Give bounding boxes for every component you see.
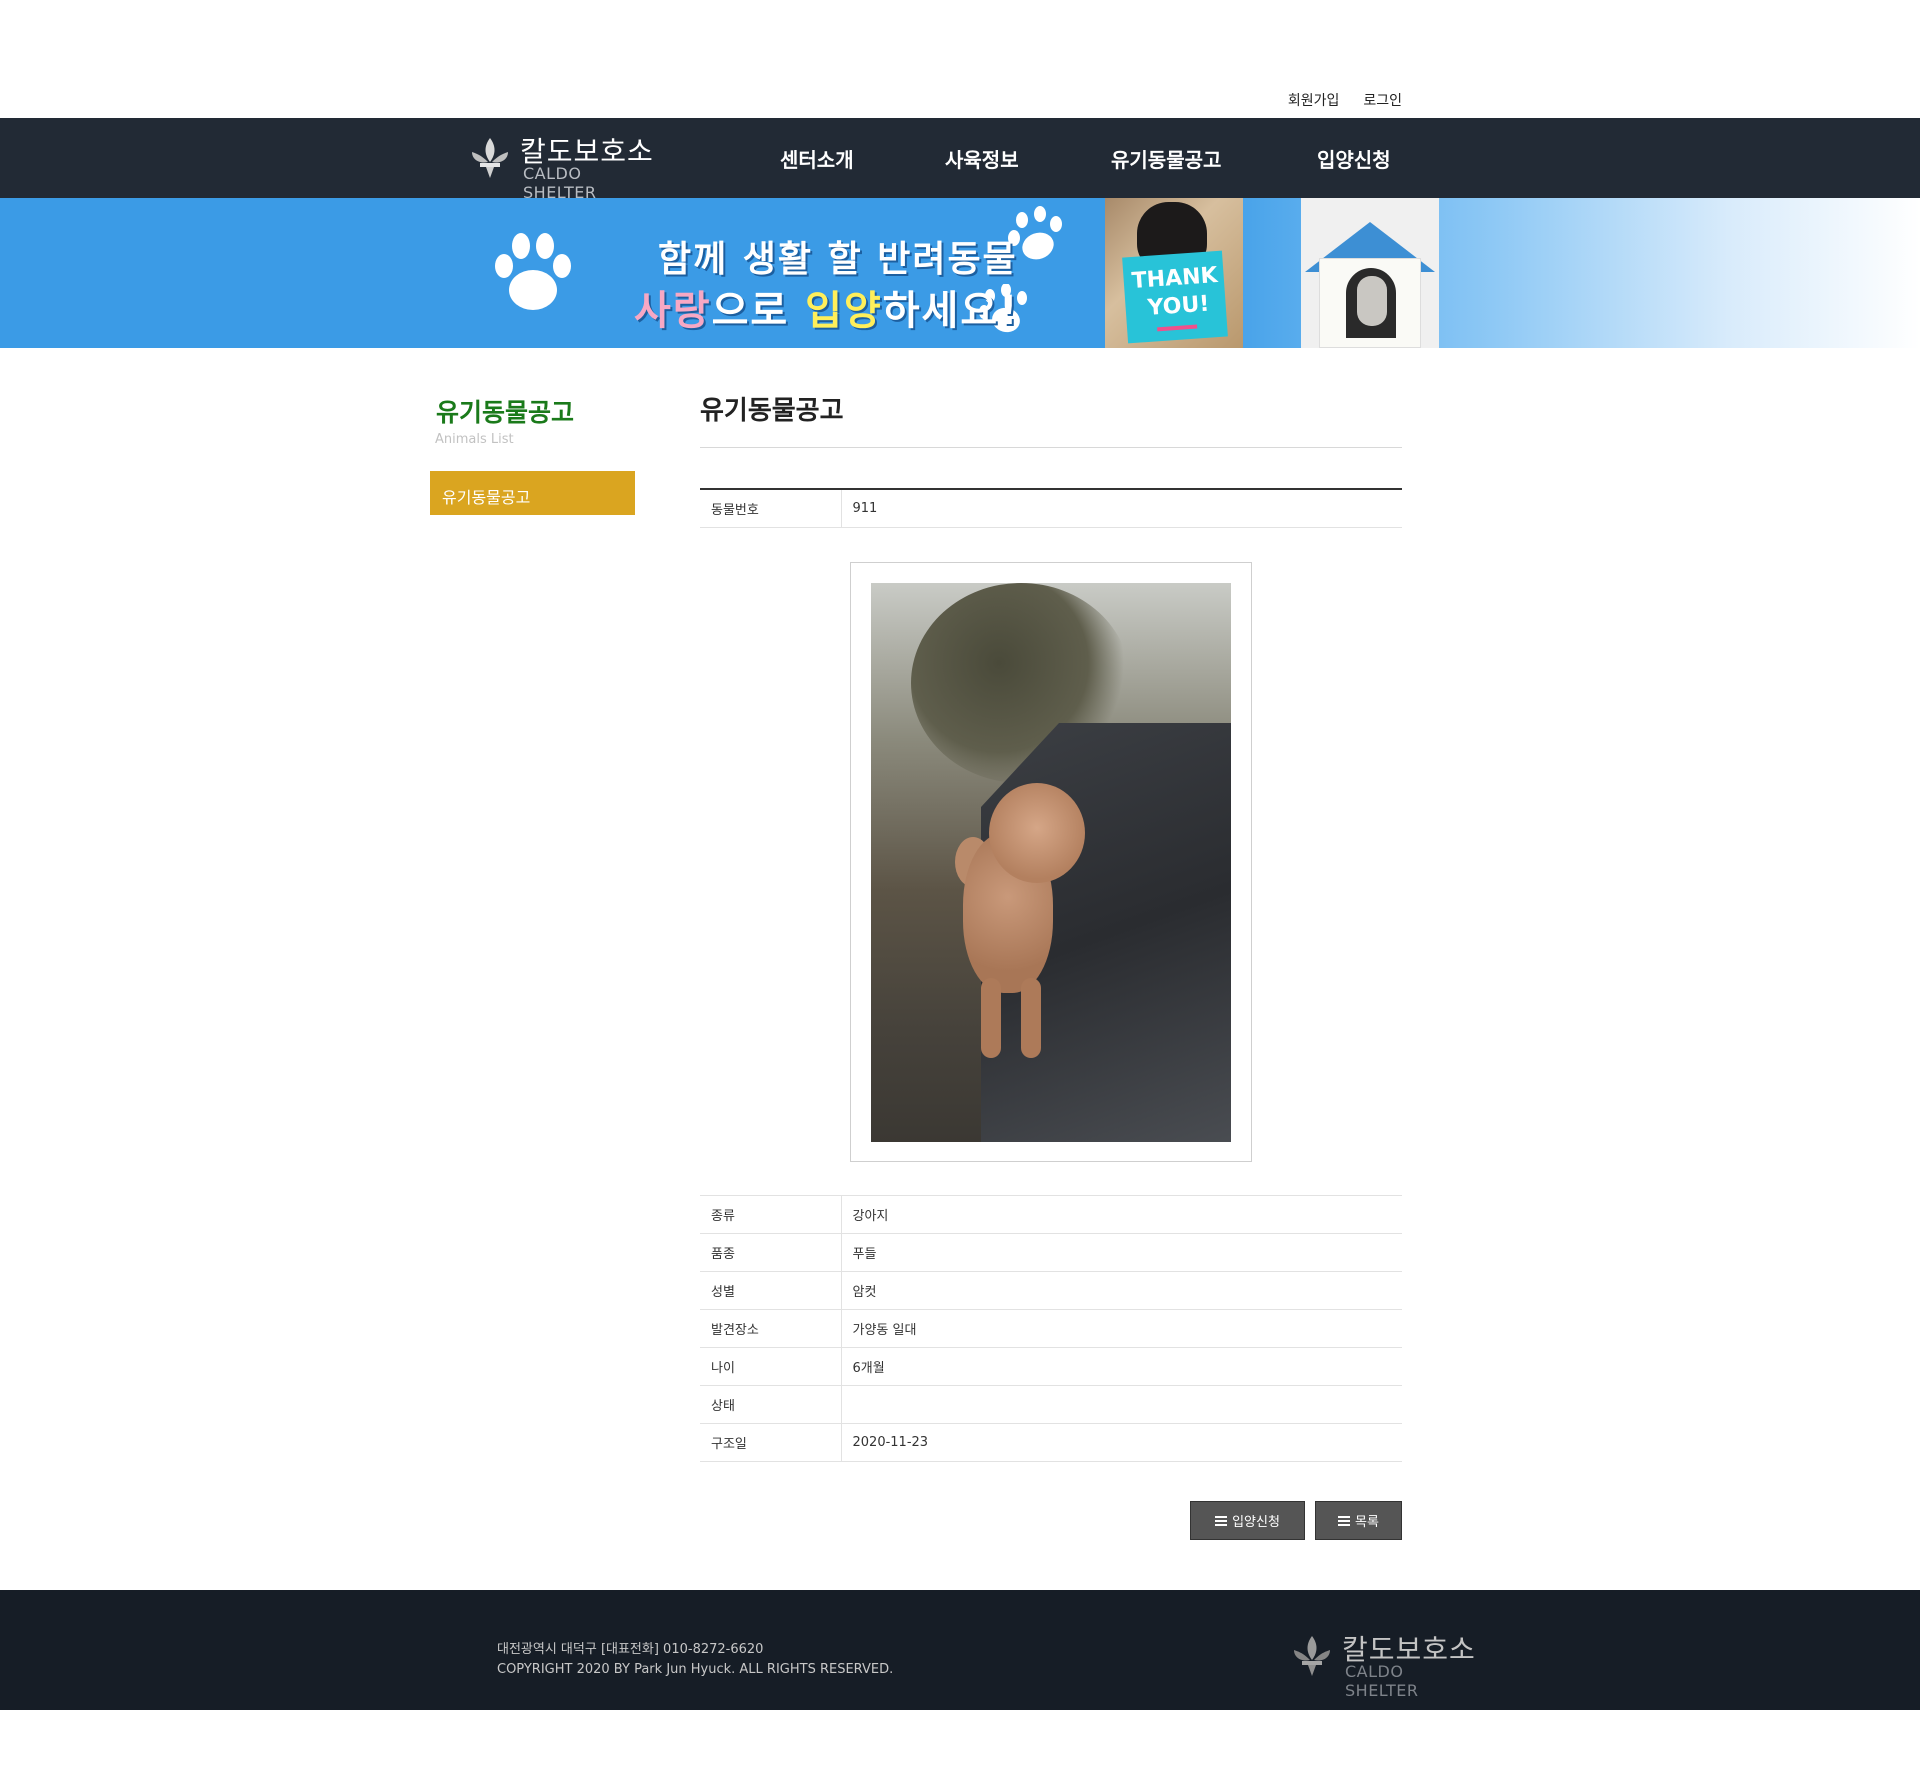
nav-item-center-intro[interactable]: 센터소개 [780,144,945,173]
back-to-list-button[interactable]: 목록 [1315,1501,1402,1540]
banner-word-love: 사랑 [634,288,712,334]
footer-address: 대전광역시 대덕구 [대표전화] 010-8272-6620 [497,1642,764,1657]
utility-links: 회원가입 로그인 [1288,90,1402,110]
banner-word-adopt: 입양 [805,288,883,334]
banner-headline-2: 사랑으로 입양하세요! [634,278,1019,336]
row-value: 가양동 일대 [841,1309,1402,1348]
footer-info: 대전광역시 대덕구 [대표전화] 010-8272-6620 COPYRIGHT… [497,1640,893,1680]
row-key: 구조일 [700,1423,842,1462]
footer-copyright: COPYRIGHT 2020 BY Park Jun Hyuck. ALL RI… [497,1662,894,1677]
row-key: 성별 [700,1271,842,1310]
photo-dog-leg [981,978,1001,1058]
paw-print-icon [495,233,571,310]
animal-photo [871,583,1231,1142]
title-divider [700,447,1402,448]
table-row: 구조일 2020-11-23 [700,1423,1402,1462]
table-row: 종류 강아지 [700,1195,1402,1234]
brand-name-en: CALDO SHELTER [523,164,597,202]
row-key: 종류 [700,1195,842,1234]
login-link[interactable]: 로그인 [1363,90,1402,110]
main-nav-bar: 칼도보호소 CALDO SHELTER 센터소개 사육정보 유기동물공고 입양신… [0,118,1920,202]
animal-detail-table: 종류 강아지 품종 푸들 성별 암컷 발견장소 가양동 일대 나이 6개월 상태… [700,1195,1402,1462]
table-row: 상태 [700,1385,1402,1424]
nav-menu: 센터소개 사육정보 유기동물공고 입양신청 [780,118,1391,198]
nav-item-care-info[interactable]: 사육정보 [945,144,1111,173]
row-value: 푸들 [841,1233,1402,1272]
table-row: 동물번호 911 [700,489,1402,528]
sign-text-thank: THANK [1130,263,1219,294]
photo-dog-leg [1021,978,1041,1058]
sign-text-you: YOU! [1146,291,1211,321]
table-row: 성별 암컷 [700,1271,1402,1310]
row-value: 암컷 [841,1271,1402,1310]
table-row: 나이 6개월 [700,1347,1402,1386]
row-value [841,1385,1402,1424]
nav-item-animal-notices[interactable]: 유기동물공고 [1111,144,1317,173]
thank-you-sign: THANK YOU! [1122,250,1228,344]
banner-headline-1: 함께 생활 할 반려동물 [658,239,1018,280]
fleur-de-lis-icon [1294,1636,1330,1676]
table-row: 발견장소 가양동 일대 [700,1309,1402,1348]
sidebar-title: 유기동물공고 [436,398,575,427]
row-key: 상태 [700,1385,842,1424]
row-key: 발견장소 [700,1309,842,1348]
brand-logo[interactable]: 칼도보호소 CALDO SHELTER [468,130,658,202]
site-footer: 대전광역시 대덕구 [대표전화] 010-8272-6620 COPYRIGHT… [0,1590,1920,1710]
hero-banner: 함께 생활 할 반려동물 사랑으로 입양하세요! THANK YOU! [0,198,1920,348]
table-row: 품종 푸들 [700,1233,1402,1272]
row-value: 6개월 [841,1347,1402,1386]
adopt-apply-button[interactable]: 입양신청 [1190,1501,1305,1540]
sidebar-item-animal-notices[interactable]: 유기동물공고 [430,471,635,515]
signup-link[interactable]: 회원가입 [1288,90,1340,110]
fleur-de-lis-icon [472,138,508,178]
nav-item-adoption-apply[interactable]: 입양신청 [1317,144,1391,173]
adopt-apply-label: 입양신청 [1232,1515,1280,1530]
row-value: 911 [841,489,1402,528]
back-to-list-label: 목록 [1355,1515,1379,1530]
banner-photo-thank-you-dog: THANK YOU! [1105,198,1243,348]
sign-underline [1157,324,1198,332]
dog-house-puppy [1357,276,1387,326]
row-key: 나이 [700,1347,842,1386]
animal-id-table: 동물번호 911 [700,488,1402,528]
banner-word-with: 으로 [711,288,806,334]
banner-photo-dog-house [1301,198,1439,348]
list-icon [1215,1515,1228,1526]
footer-brand-name-en: CALDO SHELTER [1345,1662,1419,1700]
photo-dog-head [989,783,1085,883]
page-title: 유기동물공고 [700,396,844,426]
sidebar-subtitle: Animals List [435,432,514,447]
row-key: 동물번호 [700,489,842,528]
row-key: 품종 [700,1233,842,1272]
animal-photo-frame [850,562,1252,1162]
banner-word-please: 하세요! [882,288,1020,334]
row-value: 2020-11-23 [841,1423,1402,1462]
footer-logo: 칼도보호소 CALDO SHELTER [1290,1628,1480,1700]
row-value: 강아지 [841,1195,1402,1234]
list-icon [1338,1515,1351,1526]
